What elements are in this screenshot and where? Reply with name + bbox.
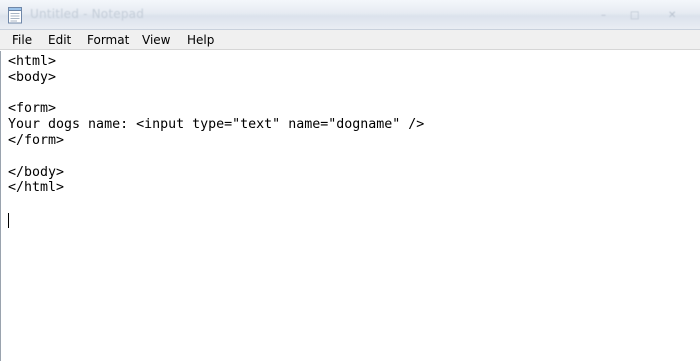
title-bar[interactable]: Untitled - Notepad – □ ✕ bbox=[0, 0, 700, 30]
menu-edit[interactable]: Edit bbox=[48, 32, 71, 48]
window-title: Untitled - Notepad bbox=[30, 7, 145, 21]
notepad-window: Untitled - Notepad – □ ✕ File Edit Forma… bbox=[0, 0, 700, 361]
text-caret bbox=[8, 213, 9, 228]
menu-bar: File Edit Format View Help bbox=[0, 30, 700, 50]
menu-help[interactable]: Help bbox=[187, 32, 214, 48]
text-editor-area[interactable]: <html> <body> <form> Your dogs name: <in… bbox=[0, 51, 700, 361]
menu-view[interactable]: View bbox=[142, 32, 170, 48]
close-button[interactable]: ✕ bbox=[668, 10, 676, 21]
menu-format[interactable]: Format bbox=[87, 32, 129, 48]
maximize-button[interactable]: □ bbox=[630, 10, 639, 21]
minimize-button[interactable]: – bbox=[601, 10, 606, 21]
menu-file[interactable]: File bbox=[12, 32, 32, 48]
document-text[interactable]: <html> <body> <form> Your dogs name: <in… bbox=[1, 51, 700, 196]
notepad-icon[interactable] bbox=[7, 5, 24, 24]
